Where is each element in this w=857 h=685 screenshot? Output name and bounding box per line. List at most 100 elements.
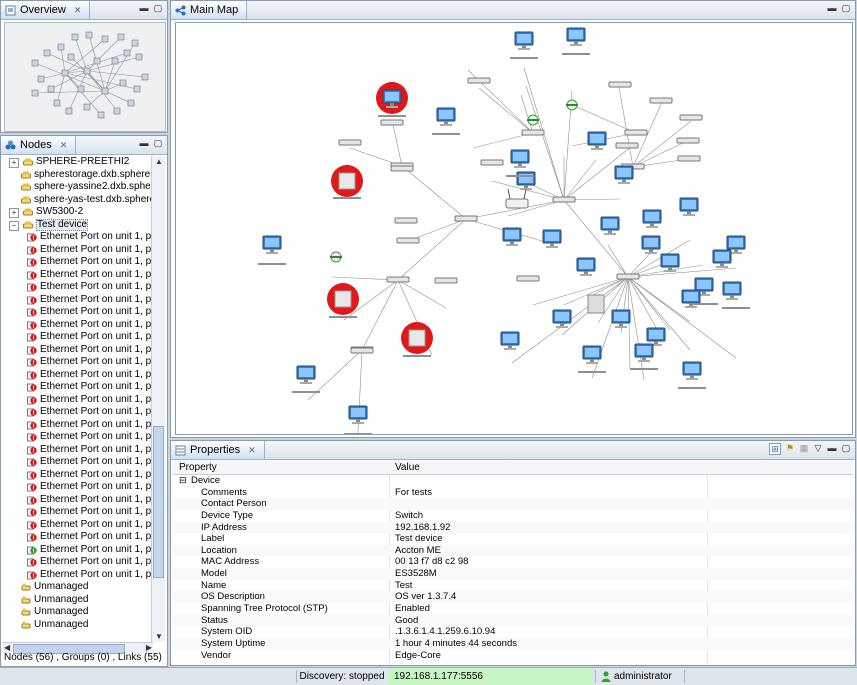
tree-item[interactable]: − Test device	[3, 218, 153, 232]
tree-item-label: Ethernet Port on unit 1, port 26(	[40, 456, 153, 467]
monitor-icon	[645, 212, 659, 221]
property-row[interactable]: Model ES3528M	[173, 568, 853, 580]
tree-item-label: Ethernet Port on unit 1, port 2(2	[40, 368, 153, 380]
property-row[interactable]: Name Test	[173, 580, 853, 592]
collapse-icon[interactable]: −	[9, 220, 19, 231]
tree-item[interactable]: Unmanaged	[3, 606, 153, 619]
tree-item[interactable]: Ethernet Port on unit 1, port 3(3	[3, 494, 153, 507]
tree-item[interactable]: Ethernet Port on unit 1, port 20(	[3, 381, 153, 394]
filter-icon[interactable]: ⚑	[785, 443, 795, 453]
property-row[interactable]: Location Accton ME	[173, 544, 853, 557]
property-row[interactable]: Comments For tests	[173, 487, 853, 499]
tree-item[interactable]: Ethernet Port on unit 1, port 18(	[3, 344, 153, 357]
overview-thumbnail[interactable]	[4, 22, 166, 132]
scroll-thumb[interactable]	[153, 426, 164, 578]
tree-item[interactable]: Ethernet Port on unit 1, port 21(	[3, 394, 153, 407]
expand-icon[interactable]: +	[9, 208, 19, 218]
tree-item[interactable]: spherestorage.dxb.sphere.ae	[3, 169, 153, 182]
tab-overview[interactable]: Overview ✕	[1, 1, 91, 19]
tree-item[interactable]: Ethernet Port on unit 1, port 15(	[3, 306, 153, 319]
advanced-icon[interactable]: ▦	[799, 443, 809, 453]
nodes-tree[interactable]: + SPHERE-PREETHI2 spherestorage.dxb.sphere…	[3, 156, 153, 642]
tree-item[interactable]: Ethernet Port on unit 1, port 17(	[3, 331, 153, 344]
tree-item[interactable]: Ethernet Port on unit 1, port 27(	[3, 469, 153, 482]
tree-item-label: SPHERE-PREETHI2	[36, 156, 130, 167]
tree-item[interactable]: Ethernet Port on unit 1, port 25(	[3, 444, 153, 457]
tab-properties[interactable]: Properties ✕	[171, 441, 265, 459]
tree-item[interactable]: Ethernet Port on unit 1, port 24(	[3, 431, 153, 444]
monitor-icon	[603, 219, 617, 228]
minimize-icon[interactable]: ▬	[827, 443, 837, 453]
collapse-icon[interactable]: ⊟	[179, 475, 187, 487]
port-alert-icon	[27, 371, 37, 379]
tree-item[interactable]: Unmanaged	[3, 594, 153, 607]
header-property[interactable]: Property	[179, 462, 217, 473]
minimize-icon[interactable]: ▬	[827, 3, 837, 13]
tree-item[interactable]: Ethernet Port on unit 1, port 12(	[3, 269, 153, 282]
tree-item[interactable]: Ethernet Port on unit 1, port 8(8	[3, 556, 153, 569]
tree-item[interactable]: Ethernet Port on unit 1, port 13(	[3, 281, 153, 294]
tree-item[interactable]: Ethernet Port on unit 1, port 11(	[3, 256, 153, 269]
categories-icon[interactable]: ⊞	[769, 443, 781, 455]
tree-item[interactable]: Ethernet Port on unit 1, port 22(	[3, 406, 153, 419]
property-row[interactable]: Spanning Tree Protocol (STP) Enabled	[173, 603, 853, 615]
tree-item[interactable]: Unmanaged	[3, 581, 153, 594]
property-row[interactable]: Status Good	[173, 614, 853, 627]
tree-item-label: Ethernet Port on unit 1, port 20(	[40, 381, 153, 392]
tree-item[interactable]: Ethernet Port on unit 1, port 19(	[3, 356, 153, 369]
tree-item[interactable]: Ethernet Port on unit 1, port 10(	[3, 244, 153, 257]
maximize-icon[interactable]: ▢	[841, 3, 851, 13]
maximize-icon[interactable]: ▢	[153, 3, 163, 13]
tree-item[interactable]: Ethernet Port on unit 1, port 2(2	[3, 369, 153, 382]
tree-item[interactable]: Ethernet Port on unit 1, port 16(	[3, 319, 153, 332]
property-row[interactable]: System Uptime 1 hour 4 minutes 44 seconds	[173, 637, 853, 650]
close-icon[interactable]: ✕	[74, 5, 82, 16]
tree-item[interactable]: Ethernet Port on unit 1, port 14(	[3, 294, 153, 307]
close-icon[interactable]: ✕	[60, 140, 68, 151]
tree-item[interactable]: Ethernet Port on unit 1, port 1(1	[3, 231, 153, 244]
network-map-canvas[interactable]	[175, 22, 853, 435]
header-value[interactable]: Value	[395, 462, 420, 473]
property-row[interactable]: System OID .1.3.6.1.4.1.259.6.10.94	[173, 626, 853, 638]
property-row[interactable]: Vendor Edge-Core	[173, 650, 853, 662]
group-row[interactable]: ⊟ Device	[173, 475, 853, 487]
tab-nodes[interactable]: Nodes ✕	[1, 136, 77, 154]
tree-item[interactable]: Unmanaged	[3, 619, 153, 632]
vertical-scrollbar[interactable]: ▲ ▼	[151, 156, 165, 642]
tab-main-map[interactable]: Main Map	[171, 1, 248, 19]
property-row[interactable]: OS Description OS ver 1.3.7.4	[173, 591, 853, 604]
tree-item[interactable]: Ethernet Port on unit 1, port 28(	[3, 481, 153, 494]
property-row[interactable]: Contact Person	[173, 498, 853, 510]
tree-item[interactable]: Ethernet Port on unit 1, port 26(	[3, 456, 153, 469]
switch-icon	[350, 347, 374, 354]
property-value: 00 13 f7 d8 c2 98	[395, 556, 469, 568]
tab-overview-label: Overview	[20, 4, 66, 16]
scroll-up-icon[interactable]: ▲	[155, 157, 163, 166]
tree-item[interactable]: Ethernet Port on unit 1, port 5(5	[3, 519, 153, 532]
minimize-icon[interactable]: ▬	[139, 3, 149, 13]
maximize-icon[interactable]: ▢	[153, 138, 163, 148]
tree-item[interactable]: + SPHERE-PREETHI2	[3, 156, 153, 169]
tree-item[interactable]: sphere-yas-test.dxb.sphere.ae	[3, 194, 153, 207]
property-row[interactable]: IP Address 192.168.1.92	[173, 521, 853, 534]
tree-item[interactable]: Ethernet Port on unit 1, port 9(9	[3, 569, 153, 582]
tree-item[interactable]: sphere-yassine2.dxb.sphere.ae	[3, 181, 153, 194]
monitor-icon	[514, 166, 526, 168]
scroll-down-icon[interactable]: ▼	[155, 632, 163, 641]
property-row[interactable]: Device Type Switch	[173, 510, 853, 522]
property-row[interactable]: Label Test device	[173, 533, 853, 545]
overview-node	[83, 103, 91, 111]
tree-item[interactable]: Ethernet Port on unit 1, port 7(7	[3, 544, 153, 557]
property-row[interactable]: MAC Address 00 13 f7 d8 c2 98	[173, 556, 853, 568]
overview-node	[141, 73, 149, 81]
expand-icon[interactable]: +	[9, 158, 19, 168]
tree-item[interactable]: Ethernet Port on unit 1, port 6(6	[3, 531, 153, 544]
close-icon[interactable]: ✕	[248, 445, 256, 456]
monitor-icon	[585, 348, 599, 357]
tree-item[interactable]: Ethernet Port on unit 1, port 23(	[3, 419, 153, 432]
tree-item[interactable]: Ethernet Port on unit 1, port 4(4	[3, 506, 153, 519]
maximize-icon[interactable]: ▢	[841, 443, 851, 453]
tree-item[interactable]: + SW5300-2	[3, 206, 153, 219]
view-menu-icon[interactable]: ▽	[813, 443, 823, 453]
minimize-icon[interactable]: ▬	[139, 138, 149, 148]
